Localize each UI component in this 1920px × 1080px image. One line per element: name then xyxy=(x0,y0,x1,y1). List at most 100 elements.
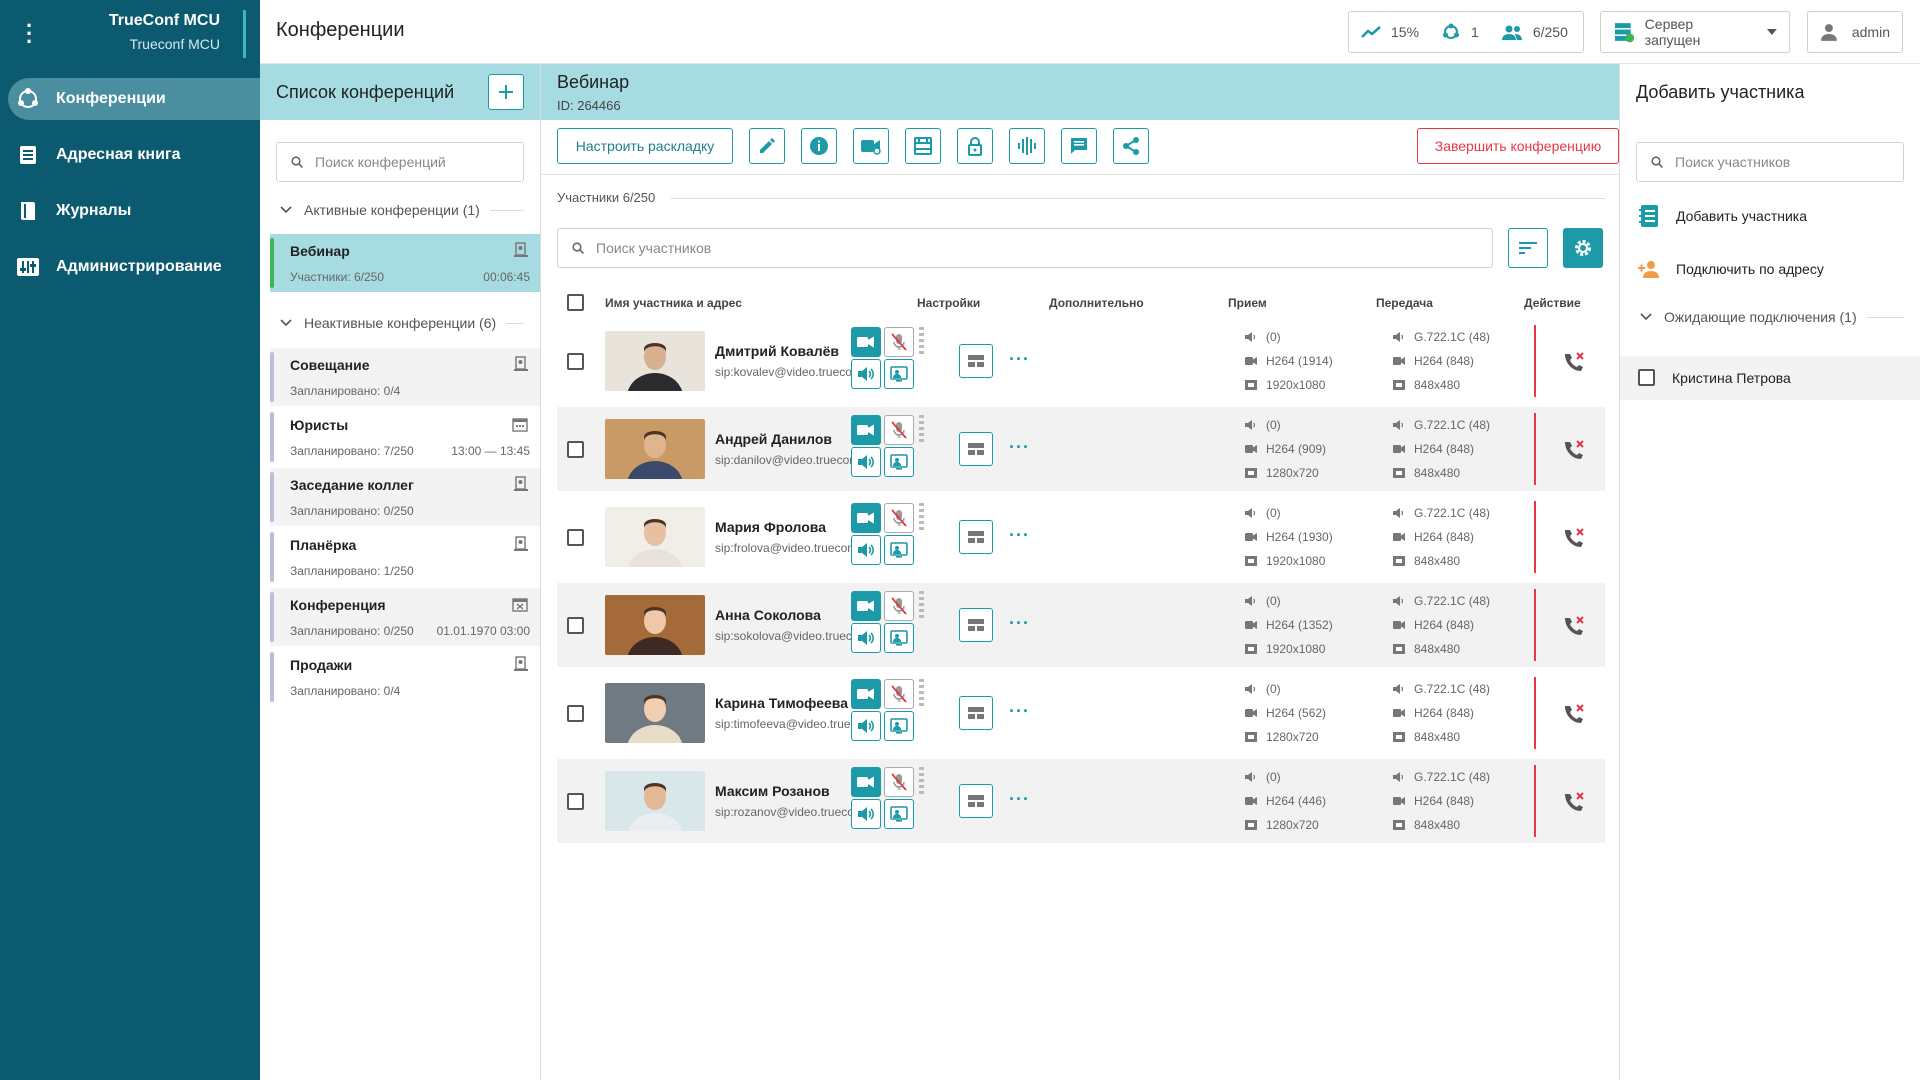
conference-item-webinar[interactable]: Вебинар Участники: 6/250 00:06:45 xyxy=(270,234,540,292)
layout-button[interactable] xyxy=(959,784,993,818)
user-menu[interactable]: admin xyxy=(1807,11,1903,53)
microphone-toggle-button[interactable] xyxy=(884,415,914,445)
sidebar: · · · TrueConf MCU Trueconf MCU Конференци… xyxy=(0,0,260,1080)
more-options-button[interactable]: ··· xyxy=(1009,701,1030,722)
more-options-button[interactable]: ··· xyxy=(1009,613,1030,634)
info-button[interactable] xyxy=(801,128,837,164)
camera-toggle-button[interactable] xyxy=(851,591,881,621)
audio-levels-button[interactable] xyxy=(1009,128,1045,164)
participant-row[interactable]: Максим Розанов sip:rozanov@video.truecon… xyxy=(557,759,1605,843)
participant-checkbox[interactable] xyxy=(567,529,584,546)
waiting-participant-checkbox[interactable] xyxy=(1638,369,1655,386)
conference-item[interactable]: Конференция Запланировано: 0/250 01.01.1… xyxy=(270,588,540,646)
participant-row[interactable]: Анна Соколова sip:sokolova@video.trueco.… xyxy=(557,583,1605,667)
conference-count-icon xyxy=(1443,23,1460,39)
table-settings-button[interactable] xyxy=(1563,228,1603,268)
video-settings-button[interactable] xyxy=(853,128,889,164)
speaker-toggle-button[interactable] xyxy=(851,799,881,829)
participant-row[interactable]: Дмитрий Ковалёв sip:kovalev@video.trueco… xyxy=(557,319,1605,403)
camera-toggle-button[interactable] xyxy=(851,415,881,445)
microphone-toggle-button[interactable] xyxy=(884,503,914,533)
conference-item[interactable]: Заседание коллег Запланировано: 0/250 xyxy=(270,468,540,526)
microphone-toggle-button[interactable] xyxy=(884,327,914,357)
speaker-toggle-button[interactable] xyxy=(851,711,881,741)
connect-by-address-action[interactable]: Подключить по адресу xyxy=(1638,254,1824,284)
column-header-name[interactable]: Имя участника и адрес xyxy=(605,296,742,310)
participant-row[interactable]: Карина Тимофеева sip:timofeeva@video.tru… xyxy=(557,671,1605,755)
hangup-button[interactable] xyxy=(1561,701,1587,727)
layout-button[interactable] xyxy=(959,520,993,554)
hangup-button[interactable] xyxy=(1561,613,1587,639)
layout-button[interactable] xyxy=(959,608,993,642)
more-options-button[interactable]: ··· xyxy=(1009,525,1030,546)
speaker-toggle-button[interactable] xyxy=(851,623,881,653)
edit-button[interactable] xyxy=(749,128,785,164)
camera-toggle-button[interactable] xyxy=(851,503,881,533)
speaker-toggle-button[interactable] xyxy=(851,359,881,389)
camera-toggle-button[interactable] xyxy=(851,767,881,797)
content-share-button[interactable] xyxy=(884,447,914,477)
content-share-button[interactable] xyxy=(884,623,914,653)
more-options-button[interactable]: ··· xyxy=(1009,349,1030,370)
conferences-stat: 1 xyxy=(1441,22,1479,42)
layout-button[interactable] xyxy=(959,344,993,378)
hangup-button[interactable] xyxy=(1561,525,1587,551)
add-conference-button[interactable] xyxy=(488,74,524,110)
recording-button[interactable] xyxy=(905,128,941,164)
waiting-participant-row[interactable]: Кристина Петрова xyxy=(1620,356,1920,400)
content-share-button[interactable] xyxy=(884,535,914,565)
conference-item[interactable]: Совещание Запланировано: 0/4 xyxy=(270,348,540,406)
conference-item[interactable]: Планёрка Запланировано: 1/250 xyxy=(270,528,540,586)
content-share-button[interactable] xyxy=(884,711,914,741)
hangup-button[interactable] xyxy=(1561,789,1587,815)
content-share-button[interactable] xyxy=(884,799,914,829)
participant-checkbox[interactable] xyxy=(567,793,584,810)
nav-item-logs[interactable]: Журналы xyxy=(8,190,260,232)
add-participant-action[interactable]: Добавить участника xyxy=(1638,201,1807,231)
conference-item[interactable]: Продажи Запланировано: 0/4 xyxy=(270,648,540,706)
participant-checkbox[interactable] xyxy=(567,617,584,634)
server-status-dropdown[interactable]: Сервер запущен xyxy=(1600,11,1790,53)
microphone-toggle-button[interactable] xyxy=(884,679,914,709)
participant-row[interactable]: Андрей Данилов sip:danilov@video.truecon… xyxy=(557,407,1605,491)
chat-button[interactable] xyxy=(1061,128,1097,164)
participant-checkbox[interactable] xyxy=(567,705,584,722)
select-all-checkbox[interactable] xyxy=(567,294,584,311)
audio-icon xyxy=(1245,596,1256,606)
camera-toggle-button[interactable] xyxy=(851,679,881,709)
content-share-button[interactable] xyxy=(884,359,914,389)
participant-checkbox[interactable] xyxy=(567,353,584,370)
layout-button[interactable] xyxy=(959,696,993,730)
speaker-toggle-button[interactable] xyxy=(851,447,881,477)
participant-checkbox[interactable] xyxy=(567,441,584,458)
participant-row[interactable]: Мария Фролова sip:frolova@video.trueconf… xyxy=(557,495,1605,579)
layout-button[interactable] xyxy=(959,432,993,466)
hangup-button[interactable] xyxy=(1561,349,1587,375)
end-conference-button[interactable]: Завершить конференцию xyxy=(1417,128,1619,164)
conference-search-input[interactable]: Поиск конференций xyxy=(276,142,524,182)
configure-layout-button[interactable]: Настроить раскладку xyxy=(557,128,733,164)
server-icon xyxy=(1614,23,1635,43)
nav-item-admin[interactable]: Администрирование xyxy=(8,246,260,288)
nav-item-conferences[interactable]: Конференции xyxy=(8,78,260,120)
more-options-button[interactable]: ··· xyxy=(1009,437,1030,458)
camera-toggle-button[interactable] xyxy=(851,327,881,357)
sort-button[interactable] xyxy=(1508,228,1548,268)
active-group-header[interactable]: Активные конференции (1) xyxy=(280,199,524,221)
more-options-button[interactable]: ··· xyxy=(1009,789,1030,810)
status-bar xyxy=(270,652,274,702)
video-icon xyxy=(1245,797,1257,805)
speaker-toggle-button[interactable] xyxy=(851,535,881,565)
lock-button[interactable] xyxy=(957,128,993,164)
waiting-group-header[interactable]: Ожидающие подключения (1) xyxy=(1640,306,1904,328)
share-button[interactable] xyxy=(1113,128,1149,164)
hangup-button[interactable] xyxy=(1561,437,1587,463)
microphone-toggle-button[interactable] xyxy=(884,767,914,797)
participant-search-input[interactable]: Поиск участников xyxy=(557,228,1493,268)
inactive-group-header[interactable]: Неактивные конференции (6) xyxy=(280,312,524,334)
nav-item-address-book[interactable]: Адресная книга xyxy=(8,134,260,176)
add-participant-search-input[interactable]: Поиск участников xyxy=(1636,142,1904,182)
conference-item[interactable]: Юристы Запланировано: 7/250 13:00 — 13:4… xyxy=(270,408,540,466)
menu-dots-icon[interactable]: · · · xyxy=(26,15,33,53)
microphone-toggle-button[interactable] xyxy=(884,591,914,621)
